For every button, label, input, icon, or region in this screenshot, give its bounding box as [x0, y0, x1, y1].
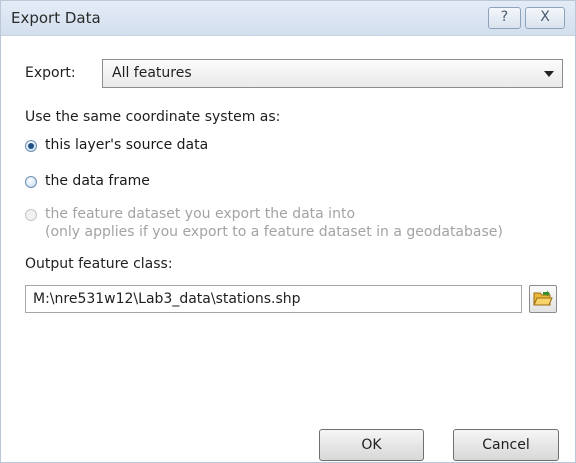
export-data-dialog: Export Data ? X Export: All features Use… — [0, 0, 576, 463]
close-button[interactable]: X — [525, 7, 565, 29]
radio-button-icon[interactable] — [25, 176, 37, 188]
coordinate-system-heading: Use the same coordinate system as: — [25, 109, 281, 125]
window-title: Export Data — [11, 9, 101, 27]
radio-button-icon[interactable] — [25, 140, 37, 152]
output-path-value: M:\nre531w12\Lab3_data\stations.shp — [33, 291, 301, 307]
close-icon: X — [540, 9, 550, 25]
radio-label: this layer's source data — [45, 137, 209, 153]
radio-label-note: (only applies if you export to a feature… — [45, 224, 503, 240]
question-mark-icon: ? — [500, 9, 509, 25]
export-dropdown[interactable]: All features — [102, 59, 563, 88]
output-path-input[interactable]: M:\nre531w12\Lab3_data\stations.shp — [25, 285, 522, 313]
export-label: Export: — [25, 65, 76, 81]
output-feature-class-label: Output feature class: — [25, 256, 173, 272]
cancel-button[interactable]: Cancel — [453, 429, 559, 461]
title-bar: Export Data ? X — [1, 1, 575, 36]
export-dropdown-value: All features — [112, 65, 192, 81]
chevron-down-icon — [544, 71, 554, 77]
radio-button-icon — [25, 209, 37, 221]
help-button[interactable]: ? — [488, 7, 521, 29]
radio-label: the data frame — [45, 173, 150, 189]
radio-label: the feature dataset you export the data … — [45, 206, 356, 222]
folder-open-icon — [533, 290, 553, 306]
browse-button[interactable] — [529, 285, 557, 313]
ok-button[interactable]: OK — [319, 429, 424, 461]
